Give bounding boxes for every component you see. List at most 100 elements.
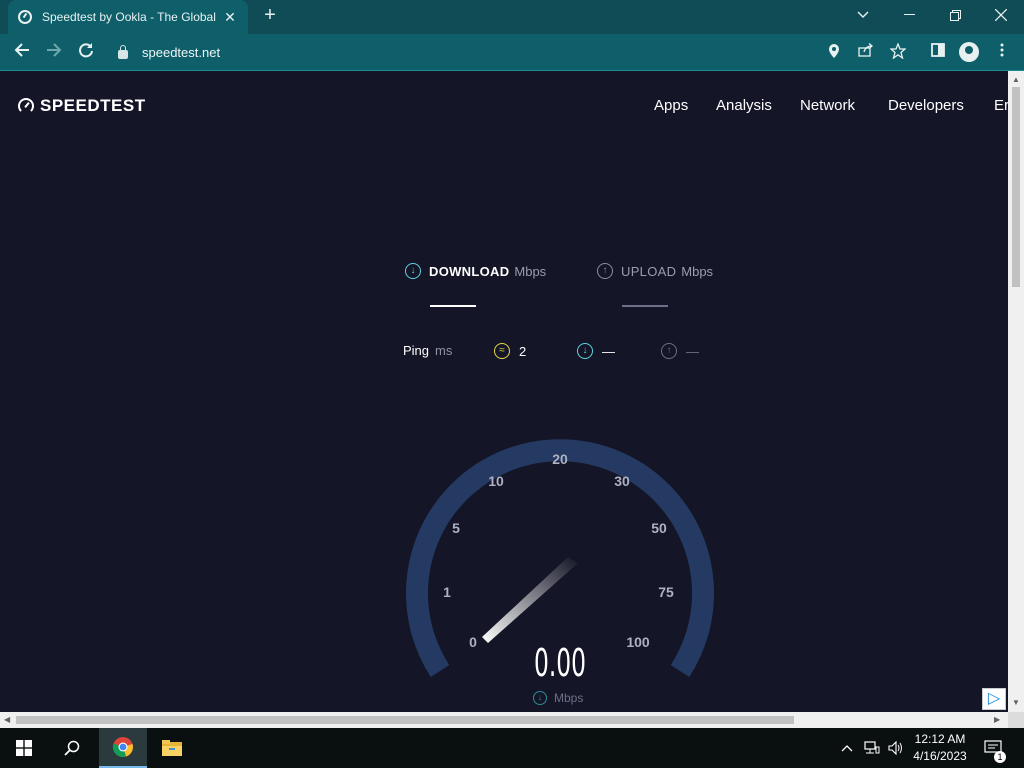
chevron-up-icon xyxy=(841,745,853,752)
upload-arrow-icon: ↑ xyxy=(597,263,613,279)
upload-metric: ↑ UPLOAD Mbps xyxy=(597,263,713,279)
close-icon xyxy=(995,9,1007,21)
download-underline xyxy=(430,305,476,307)
gauge-tick-30: 30 xyxy=(614,473,630,489)
chevron-down-icon xyxy=(857,11,869,18)
ad-choices-icon[interactable]: ▷ xyxy=(982,688,1006,710)
reading-unit-group: ↓ Mbps xyxy=(533,691,583,705)
clock-date: 4/16/2023 xyxy=(913,749,967,763)
search-button[interactable] xyxy=(48,728,96,768)
jitter-value: 2 xyxy=(519,343,527,359)
scrollbar-corner xyxy=(1008,712,1024,728)
upload-underline xyxy=(622,305,668,307)
tab-close-icon[interactable]: ✕ xyxy=(222,9,238,26)
show-hidden-icons-button[interactable] xyxy=(838,728,856,768)
nav-developers[interactable]: Developers xyxy=(888,97,964,114)
upload-ping: ↑ — xyxy=(661,343,699,359)
profile-avatar-icon[interactable] xyxy=(959,42,979,62)
logo-text: SPEEDTEST xyxy=(40,96,146,115)
notification-center-button[interactable]: 1 xyxy=(982,728,1006,768)
ping-label-group: Ping ms xyxy=(403,343,452,358)
search-icon xyxy=(64,740,80,756)
arrow-left-icon xyxy=(14,43,29,57)
gauge-needle xyxy=(482,557,578,643)
download-ping-value: — xyxy=(602,343,615,359)
gauge-tick-0: 0 xyxy=(469,634,477,650)
reload-button[interactable] xyxy=(74,40,98,64)
gauge-tick-10: 10 xyxy=(488,473,504,489)
file-explorer-button[interactable] xyxy=(148,728,196,768)
tab-title: Speedtest by Ookla - The Global xyxy=(42,10,216,24)
menu-kebab-icon[interactable] xyxy=(993,43,1011,61)
reading-unit: Mbps xyxy=(554,691,584,705)
folder-icon xyxy=(162,740,182,756)
gauge-tick-100: 100 xyxy=(626,634,650,650)
minimize-button[interactable] xyxy=(886,0,932,30)
vertical-scrollbar[interactable]: ▲ ▼ xyxy=(1008,71,1024,712)
ping-unit: ms xyxy=(435,343,453,358)
back-button[interactable] xyxy=(10,40,34,64)
gauge-tick-5: 5 xyxy=(452,520,460,536)
speed-reading: 0.00 xyxy=(534,641,586,685)
notification-count-badge: 1 xyxy=(994,751,1006,763)
restore-icon xyxy=(949,9,961,21)
chrome-taskbar-button[interactable] xyxy=(99,728,147,768)
upload-ping-value: — xyxy=(686,343,699,359)
speedtest-page: SPEEDTEST Apps Analysis Network Develope… xyxy=(0,71,1008,712)
restore-button[interactable] xyxy=(932,0,978,30)
browser-titlebar: Speedtest by Ookla - The Global ✕ + xyxy=(0,0,1024,34)
reading-download-icon: ↓ xyxy=(533,691,547,705)
speed-gauge: 0 1 5 10 20 30 50 75 100 0.00 xyxy=(406,439,714,685)
scroll-left-icon[interactable]: ◀ xyxy=(4,715,10,724)
speedtest-logo-icon xyxy=(18,98,34,114)
arrow-right-icon xyxy=(47,43,62,57)
jitter-ping: ≈ 2 xyxy=(494,343,526,359)
minimize-icon xyxy=(903,14,915,15)
ping-label: Ping xyxy=(403,343,430,358)
location-icon[interactable] xyxy=(825,43,843,61)
windows-taskbar: 12:12 AM 4/16/2023 1 xyxy=(0,728,1024,768)
address-bar[interactable]: speedtest.net xyxy=(104,38,824,66)
new-tab-button[interactable]: + xyxy=(260,5,280,26)
nav-analysis[interactable]: Analysis xyxy=(716,97,772,114)
download-ping: ↓ — xyxy=(577,343,615,359)
jitter-icon: ≈ xyxy=(494,343,510,359)
upload-ping-icon: ↑ xyxy=(661,343,677,359)
volume-icon[interactable] xyxy=(886,728,906,768)
nav-enterprise[interactable]: Er xyxy=(994,97,1008,114)
network-icon[interactable] xyxy=(862,728,882,768)
scroll-up-icon[interactable]: ▲ xyxy=(1012,75,1020,84)
system-clock[interactable]: 12:12 AM 4/16/2023 xyxy=(905,731,975,765)
speedtest-logo[interactable]: SPEEDTEST xyxy=(18,96,146,116)
upload-unit: Mbps xyxy=(681,263,714,279)
upload-label: UPLOAD xyxy=(621,263,677,279)
horizontal-scrollbar[interactable]: ◀ ▶ xyxy=(0,712,1008,728)
clock-time: 12:12 AM xyxy=(914,732,966,746)
gauge-tick-75: 75 xyxy=(658,584,674,600)
share-icon[interactable] xyxy=(857,43,875,61)
gauge-arc xyxy=(406,439,714,677)
browser-toolbar: speedtest.net xyxy=(0,34,1024,71)
gauge-tick-50: 50 xyxy=(651,520,667,536)
forward-button[interactable] xyxy=(42,40,66,64)
close-window-button[interactable] xyxy=(978,0,1024,30)
nav-network[interactable]: Network xyxy=(800,97,855,114)
horizontal-scroll-thumb[interactable] xyxy=(16,716,794,724)
vertical-scroll-thumb[interactable] xyxy=(1012,87,1020,287)
gauge-tick-1: 1 xyxy=(443,584,451,600)
nav-apps[interactable]: Apps xyxy=(654,97,688,114)
gauge-tick-20: 20 xyxy=(552,451,568,467)
scroll-right-icon[interactable]: ▶ xyxy=(994,715,1000,724)
start-button[interactable] xyxy=(0,728,48,768)
download-label: DOWNLOAD xyxy=(429,263,510,279)
download-unit: Mbps xyxy=(514,263,547,279)
chrome-icon xyxy=(112,737,133,758)
scroll-down-icon[interactable]: ▼ xyxy=(1012,698,1020,707)
tab-search-button[interactable] xyxy=(840,0,886,30)
speedtest-favicon-icon xyxy=(18,10,32,24)
windows-logo-icon xyxy=(16,740,32,756)
active-tab[interactable]: Speedtest by Ookla - The Global ✕ xyxy=(8,0,248,34)
download-arrow-icon: ↓ xyxy=(405,263,421,279)
bookmark-star-icon[interactable] xyxy=(889,42,907,61)
side-panel-icon[interactable] xyxy=(929,43,947,61)
